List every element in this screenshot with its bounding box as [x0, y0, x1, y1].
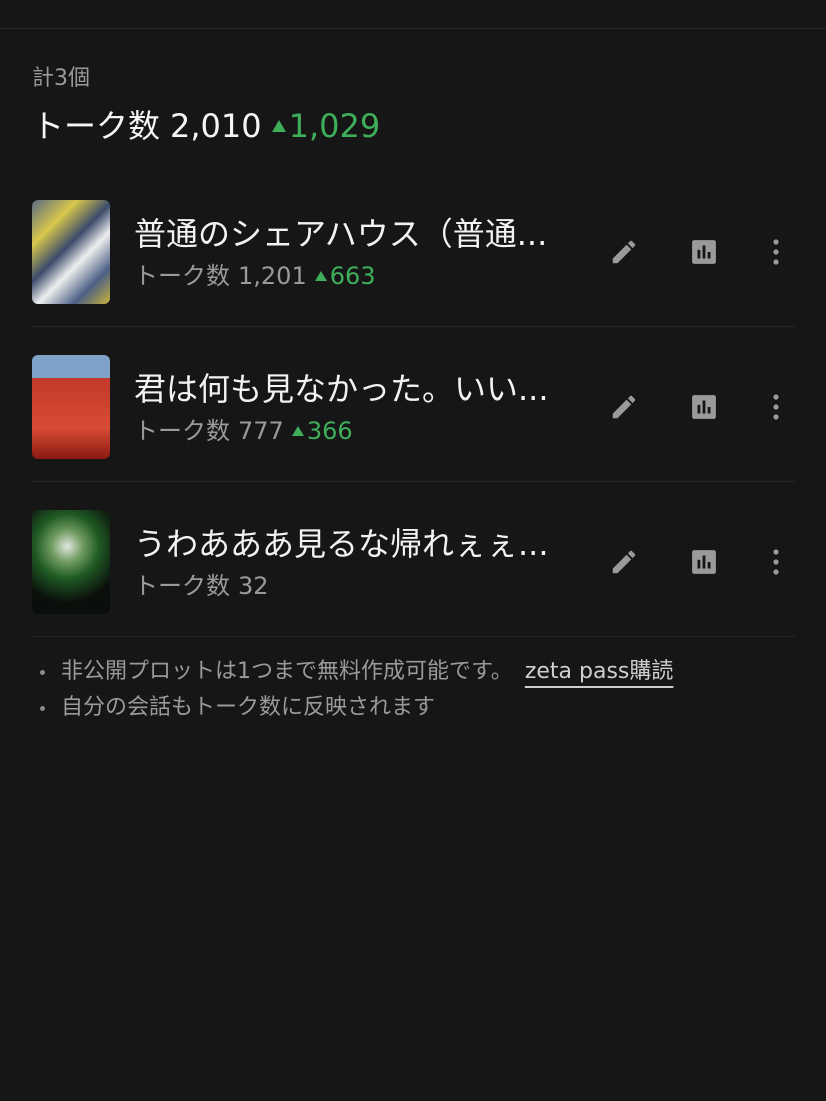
plot-thumbnail[interactable]: [32, 200, 110, 304]
pencil-icon: [612, 395, 636, 419]
row-actions: [604, 542, 796, 582]
bar-chart-icon: [692, 240, 716, 264]
up-triangle-icon: [271, 120, 286, 132]
plot-talk-stats: トーク数 777 366: [134, 415, 353, 447]
plot-list: 普通のシェアハウス（普通... トーク数 1,201 663 君は何も見なかった…: [32, 172, 796, 637]
talk-label: トーク数: [134, 417, 230, 445]
plot-thumbnail[interactable]: [32, 355, 110, 459]
note-text: 自分の会話もトーク数に反映されます: [61, 695, 436, 720]
bullet: [40, 669, 45, 675]
plot-row[interactable]: うわあああ見るな帰れぇぇ... トーク数 32: [32, 482, 796, 637]
bar-chart-icon: [692, 550, 716, 574]
stats-button[interactable]: [684, 387, 724, 427]
pencil-icon: [612, 240, 636, 264]
talk-delta: 663: [314, 260, 376, 292]
more-vertical-icon: [773, 394, 779, 420]
total-talk-label: トーク数: [32, 107, 161, 145]
more-button[interactable]: [756, 387, 796, 427]
note-item: 自分の会話もトーク数に反映されます: [40, 690, 673, 726]
edit-button[interactable]: [604, 542, 644, 582]
plot-title[interactable]: 君は何も見なかった。いい...: [134, 369, 564, 409]
talk-value: 32: [238, 572, 269, 600]
edit-button[interactable]: [604, 232, 644, 272]
edit-button[interactable]: [604, 387, 644, 427]
more-button[interactable]: [756, 542, 796, 582]
summary: 計3個 トーク数 2,010 1,029: [32, 62, 380, 146]
plot-talk-stats: トーク数 32: [134, 570, 269, 602]
up-triangle-icon: [314, 271, 327, 281]
total-delta: 1,029: [271, 106, 381, 146]
total-talks: トーク数 2,010 1,029: [32, 106, 380, 146]
up-triangle-icon: [291, 426, 304, 436]
plot-talk-stats: トーク数 1,201 663: [134, 260, 376, 292]
row-actions: [604, 387, 796, 427]
bullet: [40, 705, 45, 711]
plot-row[interactable]: 普通のシェアハウス（普通... トーク数 1,201 663: [32, 172, 796, 327]
plot-count: 計3個: [32, 66, 90, 91]
top-divider: [0, 28, 826, 29]
plot-title[interactable]: うわあああ見るな帰れぇぇ...: [134, 524, 564, 564]
talk-delta-value: 366: [306, 417, 353, 445]
note-item: 非公開プロットは1つまで無料作成可能です。 zeta pass購読: [40, 654, 673, 690]
more-vertical-icon: [773, 549, 779, 575]
plot-row[interactable]: 君は何も見なかった。いい... トーク数 777 366: [32, 327, 796, 482]
bar-chart-icon: [692, 395, 716, 419]
notes: 非公開プロットは1つまで無料作成可能です。 zeta pass購読 自分の会話も…: [40, 654, 673, 726]
talk-label: トーク数: [134, 572, 230, 600]
more-vertical-icon: [773, 239, 779, 265]
pencil-icon: [612, 550, 636, 574]
total-delta-value: 1,029: [288, 107, 381, 145]
total-talk-value: 2,010: [170, 107, 262, 145]
more-button[interactable]: [756, 232, 796, 272]
talk-value: 1,201: [238, 262, 307, 290]
talk-value: 777: [238, 417, 284, 445]
row-actions: [604, 232, 796, 272]
stats-button[interactable]: [684, 542, 724, 582]
talk-delta-value: 663: [329, 262, 376, 290]
stats-button[interactable]: [684, 232, 724, 272]
talk-label: トーク数: [134, 262, 230, 290]
plot-thumbnail[interactable]: [32, 510, 110, 614]
zeta-pass-link[interactable]: zeta pass購読: [525, 654, 674, 690]
note-text: 非公開プロットは1つまで無料作成可能です。: [61, 659, 513, 684]
talk-delta: 366: [291, 415, 353, 447]
plot-title[interactable]: 普通のシェアハウス（普通...: [134, 214, 564, 254]
